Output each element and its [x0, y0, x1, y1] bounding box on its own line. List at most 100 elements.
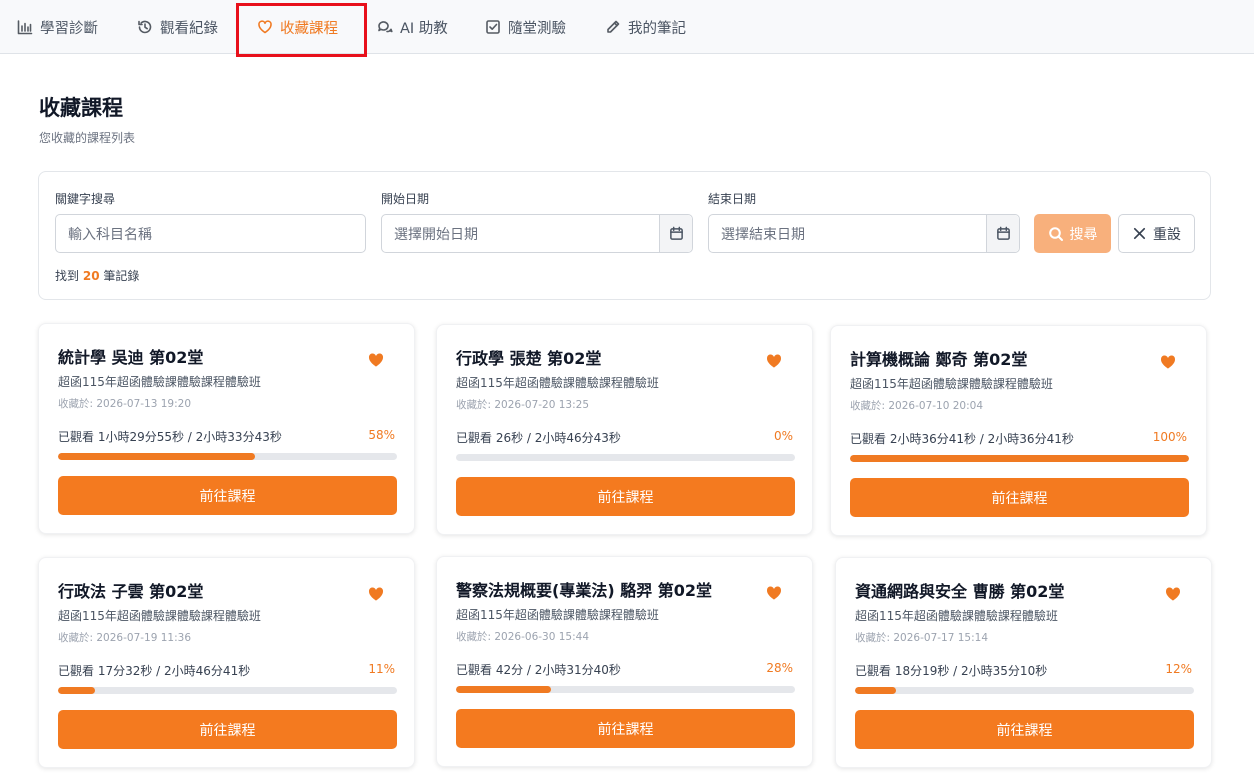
calendar-icon	[996, 226, 1010, 240]
saved-date: 收藏於: 2026-07-13 19:20	[58, 398, 191, 410]
course-class: 超函115年超函體驗課體驗課程體驗班	[58, 609, 261, 623]
watched-time: 已觀看 1小時29分55秒 / 2小時33分43秒	[58, 430, 282, 444]
favorite-heart-icon[interactable]	[766, 353, 782, 369]
favorite-heart-icon[interactable]	[766, 585, 782, 601]
end-date-label: 結束日期	[708, 192, 757, 206]
favorite-heart-icon[interactable]	[368, 586, 384, 602]
course-card: 行政學 張楚 第02堂 超函115年超函體驗課體驗課程體驗班 收藏於: 2026…	[436, 324, 813, 535]
progress-percent: 28%	[766, 661, 793, 675]
tab-quiz[interactable]: 隨堂測驗	[485, 0, 566, 54]
tab-label: 我的筆記	[628, 20, 686, 37]
progress-bar-fill	[58, 687, 96, 694]
go-to-course-button[interactable]: 前往課程	[850, 478, 1189, 517]
favorite-heart-icon[interactable]	[1165, 586, 1181, 602]
favorite-heart-icon[interactable]	[368, 352, 384, 368]
tab-label: 隨堂測驗	[508, 20, 566, 37]
tab-label: 觀看紀錄	[160, 20, 218, 37]
tab-watch-history[interactable]: 觀看紀錄	[137, 0, 218, 54]
top-nav: 學習診斷 觀看紀錄 收藏課程 AI 助教 隨堂測驗 我的筆記	[0, 0, 1254, 54]
end-date-placeholder: 選擇結束日期	[721, 226, 805, 243]
saved-date: 收藏於: 2026-06-30 15:44	[456, 631, 589, 643]
pencil-icon	[607, 20, 620, 33]
chat-bubbles-icon	[378, 21, 393, 33]
course-card: 計算機概論 鄭奇 第02堂 超函115年超函體驗課體驗課程體驗班 收藏於: 20…	[830, 325, 1207, 536]
result-count-number: 20	[82, 269, 100, 283]
result-count: 找到 20 筆記錄	[55, 267, 139, 284]
course-class: 超函115年超函體驗課體驗課程體驗班	[58, 375, 261, 389]
search-button-label: 搜尋	[1069, 226, 1098, 243]
bar-chart-icon	[17, 20, 33, 35]
go-to-course-button[interactable]: 前往課程	[58, 476, 397, 515]
course-class: 超函115年超函體驗課體驗課程體驗班	[456, 376, 659, 390]
saved-date: 收藏於: 2026-07-19 11:36	[58, 632, 191, 644]
course-class: 超函115年超函體驗課體驗課程體驗班	[456, 608, 659, 622]
keyword-label: 關鍵字搜尋	[55, 192, 116, 206]
saved-date: 收藏於: 2026-07-10 20:04	[850, 400, 983, 412]
reset-button-label: 重設	[1153, 226, 1181, 243]
go-to-course-button[interactable]: 前往課程	[456, 477, 795, 516]
page-subtitle: 您收藏的課程列表	[39, 131, 136, 145]
course-class: 超函115年超函體驗課體驗課程體驗班	[850, 377, 1053, 391]
go-to-course-button[interactable]: 前往課程	[855, 710, 1194, 749]
end-date-calendar-button[interactable]	[986, 215, 1019, 252]
progress-percent: 0%	[773, 429, 793, 443]
course-title: 計算機概論 鄭奇 第02堂	[850, 350, 1028, 369]
close-icon	[1133, 227, 1146, 240]
favorite-heart-icon[interactable]	[1160, 354, 1176, 370]
reset-button[interactable]: 重設	[1118, 214, 1195, 253]
progress-percent: 100%	[1152, 430, 1187, 444]
start-date-field[interactable]: 選擇開始日期	[381, 214, 693, 253]
end-date-field[interactable]: 選擇結束日期	[708, 214, 1020, 253]
tab-label: 學習診斷	[40, 20, 98, 37]
keyword-search-input[interactable]: 輸入科目名稱	[55, 214, 366, 253]
checkbox-icon	[486, 20, 500, 34]
course-card: 資通網路與安全 曹勝 第02堂 超函115年超函體驗課體驗課程體驗班 收藏於: …	[835, 557, 1212, 768]
start-date-label: 開始日期	[381, 192, 430, 206]
progress-percent: 12%	[1165, 662, 1192, 676]
progress-bar	[58, 453, 397, 460]
course-card: 統計學 吳迪 第02堂 超函115年超函體驗課體驗課程體驗班 收藏於: 2026…	[38, 323, 415, 534]
course-title: 行政學 張楚 第02堂	[456, 349, 602, 368]
progress-bar	[850, 455, 1189, 462]
progress-bar-fill	[855, 687, 896, 694]
progress-bar-fill	[850, 455, 1189, 462]
go-to-course-button[interactable]: 前往課程	[456, 709, 795, 748]
start-date-calendar-button[interactable]	[659, 215, 692, 252]
tab-label: AI 助教	[400, 20, 448, 37]
watched-time: 已觀看 17分32秒 / 2小時46分41秒	[58, 664, 251, 678]
go-to-course-button[interactable]: 前往課程	[58, 710, 397, 749]
progress-bar	[58, 687, 397, 694]
watched-time: 已觀看 26秒 / 2小時46分43秒	[456, 431, 621, 445]
course-class: 超函115年超函體驗課體驗課程體驗班	[855, 609, 1058, 623]
saved-date: 收藏於: 2026-07-17 15:14	[855, 632, 988, 644]
search-icon	[1048, 226, 1063, 241]
result-count-prefix: 找到	[55, 269, 80, 283]
progress-percent: 58%	[368, 428, 395, 442]
progress-bar-fill	[58, 453, 255, 460]
watched-time: 已觀看 42分 / 2小時31分40秒	[456, 663, 621, 677]
filter-panel: 關鍵字搜尋 輸入科目名稱 開始日期 選擇開始日期 結束日期 選擇結束日期 搜尋 …	[38, 171, 1211, 300]
calendar-icon	[669, 226, 683, 240]
history-icon	[138, 20, 152, 34]
progress-bar	[456, 686, 795, 693]
result-count-suffix: 筆記錄	[103, 269, 140, 283]
course-title: 統計學 吳迪 第02堂	[58, 348, 204, 367]
start-date-placeholder: 選擇開始日期	[394, 226, 478, 243]
saved-date: 收藏於: 2026-07-20 13:25	[456, 399, 589, 411]
course-card: 行政法 子雲 第02堂 超函115年超函體驗課體驗課程體驗班 收藏於: 2026…	[38, 557, 415, 768]
active-tab-highlight	[236, 3, 367, 57]
search-button[interactable]: 搜尋	[1034, 214, 1111, 253]
course-card: 警察法規概要(專業法) 駱羿 第02堂 超函115年超函體驗課體驗課程體驗班 收…	[436, 556, 813, 767]
watched-time: 已觀看 18分19秒 / 2小時35分10秒	[855, 664, 1048, 678]
progress-bar	[456, 454, 795, 461]
progress-bar	[855, 687, 1194, 694]
course-title: 行政法 子雲 第02堂	[58, 582, 204, 601]
tab-learning-diagnosis[interactable]: 學習診斷	[17, 0, 98, 54]
page-title: 收藏課程	[39, 96, 123, 120]
watched-time: 已觀看 2小時36分41秒 / 2小時36分41秒	[850, 432, 1074, 446]
course-title: 警察法規概要(專業法) 駱羿 第02堂	[456, 581, 713, 600]
progress-bar-fill	[456, 686, 551, 693]
course-title: 資通網路與安全 曹勝 第02堂	[855, 582, 1065, 601]
tab-ai-assistant[interactable]: AI 助教	[377, 0, 448, 54]
tab-my-notes[interactable]: 我的筆記	[605, 0, 686, 54]
